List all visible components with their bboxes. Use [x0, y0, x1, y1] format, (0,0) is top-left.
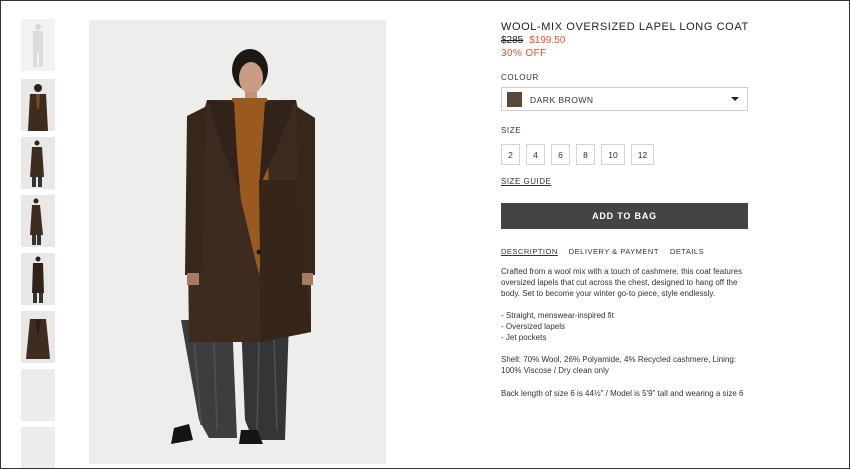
colour-select-value: DARK BROWN	[530, 95, 594, 105]
size-option-10[interactable]: 10	[601, 144, 625, 165]
sale-price: $199.50	[529, 35, 566, 46]
tab-description[interactable]: DESCRIPTION	[501, 247, 558, 256]
composition-text: Shell: 70% Wool, 26% Polyamide, 4% Recyc…	[501, 355, 737, 375]
tab-delivery-payment[interactable]: DELIVERY & PAYMENT	[569, 247, 659, 256]
price-row: $285 $199.50	[501, 35, 565, 46]
thumbnail-2[interactable]	[21, 79, 55, 131]
size-option-8[interactable]: 8	[576, 144, 595, 165]
discount-label: 30% OFF	[501, 48, 547, 59]
thumbnail-3[interactable]	[21, 137, 55, 189]
thumbnail-8[interactable]	[21, 427, 55, 468]
colour-label: COLOUR	[501, 73, 539, 82]
size-option-12[interactable]: 12	[631, 144, 654, 165]
thumbnail-4[interactable]	[21, 195, 55, 247]
list-item: - Straight, menswear-inspired fit	[501, 311, 614, 320]
tab-separator: ·	[561, 247, 565, 256]
original-price: $285	[501, 35, 524, 46]
product-title: WOOL-MIX OVERSIZED LAPEL LONG COAT	[501, 21, 749, 33]
model-wearing-coat-image	[89, 20, 386, 464]
tab-details[interactable]: DETAILS	[670, 247, 704, 256]
thumbnail-7[interactable]	[21, 369, 55, 421]
description-text: Crafted from a wool mix with a touch of …	[501, 267, 742, 298]
info-tabs: DESCRIPTION · DELIVERY & PAYMENT · DETAILS	[501, 247, 704, 256]
size-option-2[interactable]: 2	[501, 144, 520, 165]
size-option-4[interactable]: 4	[526, 144, 545, 165]
thumbnail-5[interactable]	[21, 253, 55, 305]
thumbnail-6[interactable]	[21, 311, 55, 363]
size-options: 2 4 6 8 10 12	[501, 144, 749, 166]
colour-select[interactable]: DARK BROWN	[501, 87, 748, 111]
colour-swatch	[507, 92, 522, 107]
list-item: - Jet pockets	[501, 333, 547, 342]
add-to-bag-button[interactable]: ADD TO BAG	[501, 203, 748, 229]
product-page: WOOL-MIX OVERSIZED LAPEL LONG COAT $285 $…	[0, 0, 850, 469]
main-product-image	[89, 20, 386, 464]
size-option-6[interactable]: 6	[551, 144, 570, 165]
tab-separator: ·	[662, 247, 666, 256]
list-item: - Oversized lapels	[501, 322, 566, 331]
thumbnail-1[interactable]	[21, 19, 55, 71]
size-label: SIZE	[501, 126, 522, 135]
chevron-down-icon	[731, 97, 739, 101]
feature-list: - Straight, menswear-inspired fit - Over…	[501, 310, 614, 343]
size-guide-link[interactable]: SIZE GUIDE	[501, 177, 551, 186]
fit-text: Back length of size 6 is 44½" / Model is…	[501, 389, 744, 398]
